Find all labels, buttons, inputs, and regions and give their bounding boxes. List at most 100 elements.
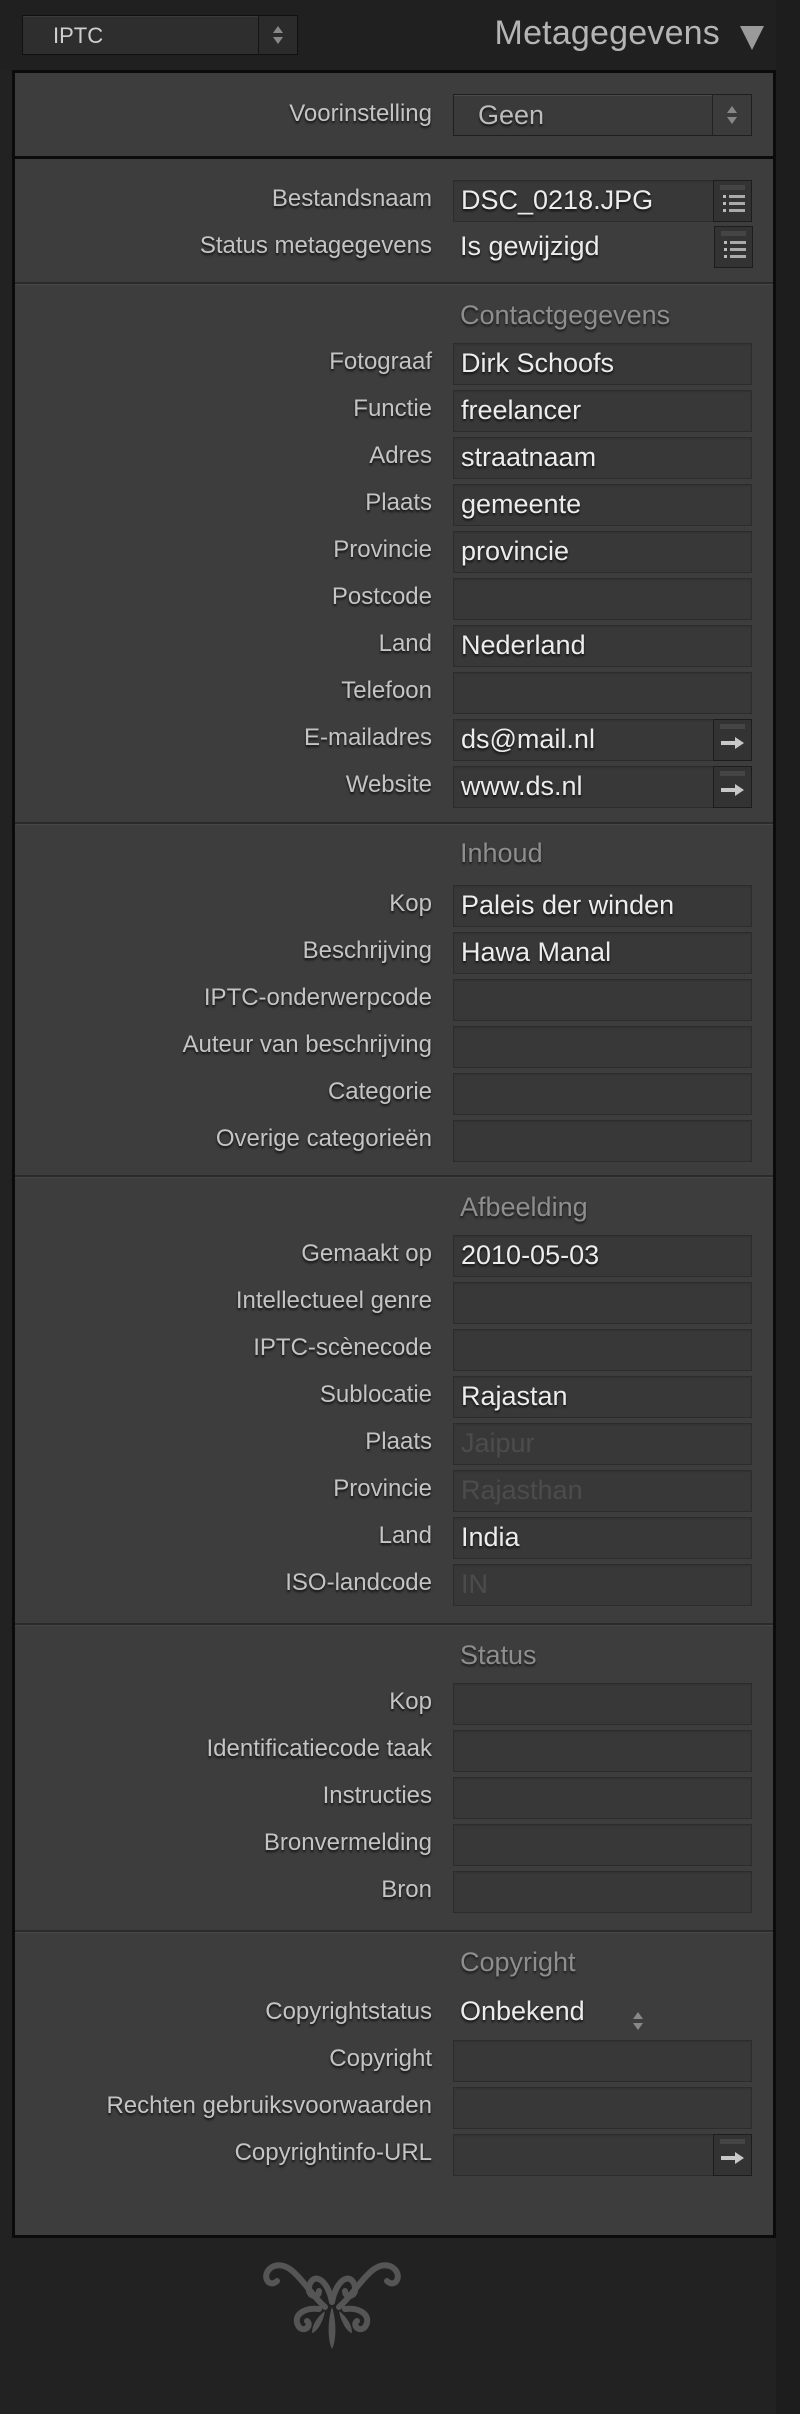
field-website-value: www.ds.nl: [461, 771, 583, 801]
field-sublocatie[interactable]: Rajastan: [453, 1376, 752, 1418]
label-instructies: Instructies: [322, 1782, 432, 1809]
field-iptc-onderwerpcode[interactable]: [453, 979, 752, 1021]
label-copyrightstatus: Copyrightstatus: [265, 1998, 432, 2025]
field-adres[interactable]: straatnaam: [453, 437, 752, 479]
field-overige-categorieen[interactable]: [453, 1120, 752, 1162]
field-plaats-value: Jaipur: [461, 1428, 535, 1458]
field-postcode[interactable]: [453, 578, 752, 620]
field-land-value: Nederland: [461, 630, 586, 660]
section-header-image: Afbeelding: [460, 1192, 588, 1222]
view-select-stepper[interactable]: [258, 16, 297, 54]
field-beschrijving[interactable]: Hawa Manal: [453, 932, 752, 974]
field-land-value: India: [461, 1522, 520, 1552]
field-instructies[interactable]: [453, 1777, 752, 1819]
label-status-metagegevens: Status metagegevens: [199, 232, 432, 259]
go-to-link-button[interactable]: [713, 719, 752, 761]
label-categorie: Categorie: [327, 1078, 432, 1105]
label-sublocatie: Sublocatie: [319, 1381, 432, 1408]
section-divider: [15, 282, 773, 285]
field-intellectueel-genre[interactable]: [453, 1282, 752, 1324]
copyright-status-stepper-glyph: [633, 2012, 643, 2030]
preset-select[interactable]: Geen: [453, 94, 752, 136]
field-status-metagegevens-value: Is gewijzigd: [460, 231, 600, 261]
section-header-copyright: Copyright: [460, 1947, 576, 1977]
field-functie-value: freelancer: [461, 395, 582, 425]
field-plaats[interactable]: Jaipur: [453, 1423, 752, 1465]
field-auteur-van-beschrijving[interactable]: [453, 1026, 752, 1068]
field-telefoon[interactable]: [453, 672, 752, 714]
field-categorie[interactable]: [453, 1073, 752, 1115]
label-land: Land: [378, 1522, 432, 1549]
field-land[interactable]: India: [453, 1517, 752, 1559]
go-to-link-button[interactable]: [713, 2134, 752, 2176]
label-fotograaf: Fotograaf: [329, 348, 432, 375]
field-plaats[interactable]: gemeente: [453, 484, 752, 526]
preset-label: Voorinstelling: [289, 100, 432, 127]
label-kop: Kop: [389, 890, 432, 917]
section-header-content: Inhoud: [460, 838, 543, 868]
scrollbar-track[interactable]: [776, 0, 800, 2414]
field-kop[interactable]: Paleis der winden: [453, 885, 752, 927]
collapse-triangle-icon[interactable]: [740, 26, 764, 50]
field-identificatiecode-taak[interactable]: [453, 1730, 752, 1772]
up-down-arrows-icon: [273, 26, 283, 44]
section-divider: [15, 1930, 773, 1933]
field-provincie[interactable]: provincie: [453, 531, 752, 573]
field-status-metagegevens[interactable]: Is gewijzigd: [453, 226, 753, 269]
section-header-status: Status: [460, 1640, 537, 1670]
panel-end-ornament-icon: [263, 2262, 401, 2349]
label-rechten-gebruiksvoorwaarden: Rechten gebruiksvoorwaarden: [106, 2092, 432, 2119]
metadata-view-select[interactable]: IPTC: [22, 15, 298, 55]
section-header-contact: Contactgegevens: [460, 300, 671, 330]
field-iso-landcode[interactable]: IN: [453, 1564, 752, 1606]
label-iptc-onderwerpcode: IPTC-onderwerpcode: [203, 984, 432, 1011]
list-icon: [724, 241, 746, 259]
copyright-status-value: Onbekend: [460, 1996, 585, 2026]
label-land: Land: [378, 630, 432, 657]
label-intellectueel-genre: Intellectueel genre: [235, 1287, 432, 1314]
panel-title[interactable]: Metagegevens: [495, 14, 720, 53]
field-sublocatie-value: Rajastan: [461, 1381, 568, 1411]
label-copyrightinfo-url: Copyrightinfo-URL: [234, 2139, 432, 2166]
up-down-arrows-icon[interactable]: [633, 2012, 643, 2032]
up-down-arrows-icon: [727, 106, 737, 124]
field-provincie[interactable]: Rajasthan: [453, 1470, 752, 1512]
field-gemaakt-op[interactable]: 2010-05-03: [453, 1235, 752, 1277]
label-postcode: Postcode: [331, 583, 432, 610]
section-divider: [15, 1175, 773, 1178]
field-functie[interactable]: freelancer: [453, 390, 752, 432]
arrow-right-icon: [721, 737, 745, 749]
field-copyright[interactable]: [453, 2040, 752, 2082]
label-adres: Adres: [369, 442, 432, 469]
field-iptc-scenecode[interactable]: [453, 1329, 752, 1371]
label-e-mailadres: E-mailadres: [303, 724, 432, 751]
field-rechten-gebruiksvoorwaarden[interactable]: [453, 2087, 752, 2129]
field-fotograaf[interactable]: Dirk Schoofs: [453, 343, 752, 385]
label-plaats: Plaats: [365, 1428, 432, 1455]
label-bron: Bron: [381, 1876, 432, 1903]
label-provincie: Provincie: [333, 536, 432, 563]
field-iso-landcode-value: IN: [461, 1569, 488, 1599]
label-gemaakt-op: Gemaakt op: [301, 1240, 432, 1267]
list-menu-button[interactable]: [714, 226, 753, 268]
field-bestandsnaam-value: DSC_0218.JPG: [461, 185, 654, 215]
field-adres-value: straatnaam: [461, 442, 597, 472]
field-bronvermelding[interactable]: [453, 1824, 752, 1866]
preset-value: Geen: [478, 100, 545, 130]
field-bestandsnaam[interactable]: DSC_0218.JPG: [453, 180, 752, 222]
label-identificatiecode-taak: Identificatiecode taak: [206, 1735, 432, 1762]
field-land[interactable]: Nederland: [453, 625, 752, 667]
preset-stepper[interactable]: [712, 95, 751, 135]
field-provincie-value: Rajasthan: [461, 1475, 583, 1505]
field-kop[interactable]: [453, 1683, 752, 1725]
label-bestandsnaam: Bestandsnaam: [271, 185, 432, 212]
section-divider: [15, 822, 773, 825]
field-bron[interactable]: [453, 1871, 752, 1913]
field-e-mailadres[interactable]: ds@mail.nl: [453, 719, 752, 761]
field-kop-value: Paleis der winden: [461, 890, 675, 920]
field-website[interactable]: www.ds.nl: [453, 766, 752, 808]
list-menu-button[interactable]: [713, 180, 752, 222]
go-to-link-button[interactable]: [713, 766, 752, 808]
field-copyrightinfo-url[interactable]: [453, 2134, 752, 2176]
label-copyright: Copyright: [329, 2045, 432, 2072]
